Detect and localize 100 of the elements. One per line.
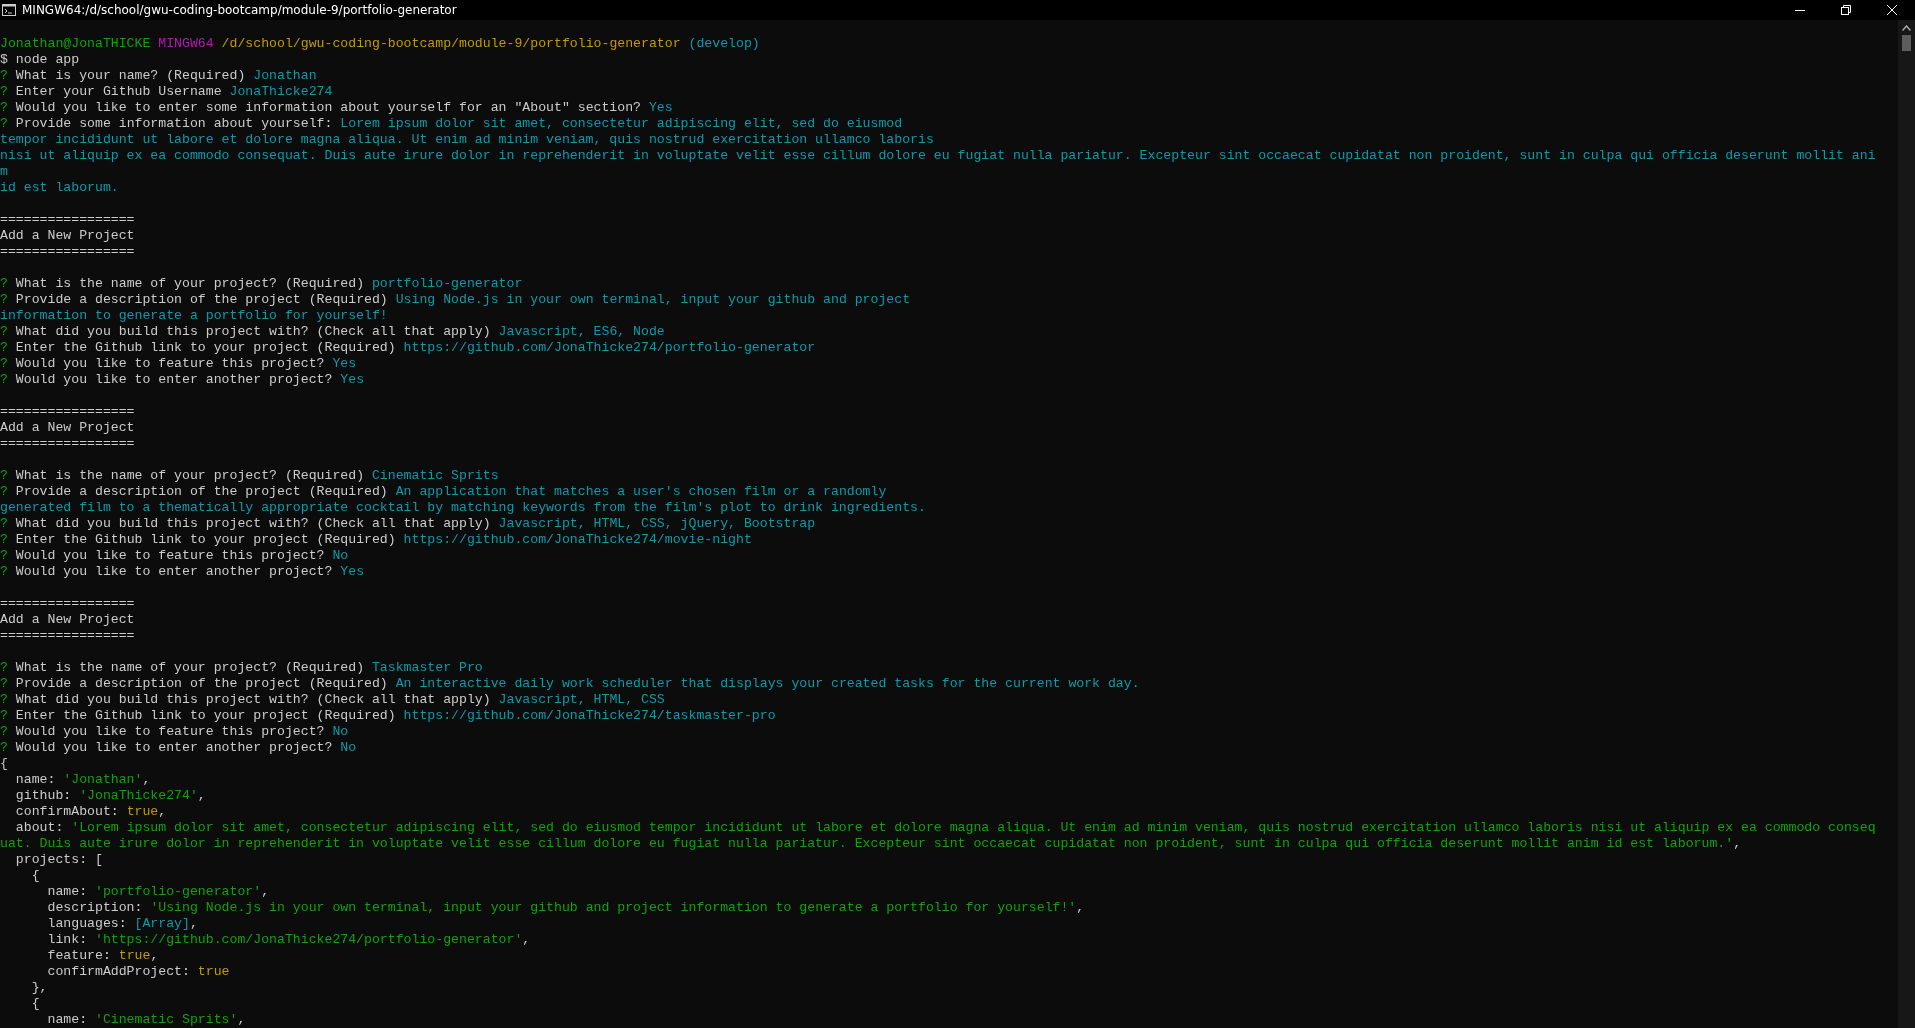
prompt-question: Would you like to enter another project? (14, 372, 333, 387)
restore-icon[interactable] (1841, 5, 1851, 15)
prompt-answer: portfolio-generator (370, 276, 523, 291)
question-mark: ? (0, 340, 8, 355)
question-mark: ? (0, 676, 8, 691)
prompt-question: Provide a description of the project (Required) (14, 292, 388, 307)
question-mark: ? (0, 660, 8, 675)
punctuation: { (0, 756, 8, 771)
prompt-answer: Lorem ipsum dolor sit amet, consectetur adipiscing elit, sed do eiusmod (339, 116, 903, 131)
string-value: 'JonaThicke274' (79, 788, 198, 803)
punctuation: }, (30, 980, 48, 995)
prompt-answer: tempor incididunt ut labore et dolore magna aliqua. Ut enim ad minim veniam, quis nostrud exercitation ullamco laboris (0, 132, 934, 147)
string-value: uat. Duis aute irure dolor in reprehenderit in voluptate velit esse cillum dolore eu fugiat nulla pariatur. Excepteur sint occaecat cupidatat non proident, sunt in culpa qui officia deserunt mollit anim id est laborum.' (0, 836, 1734, 851)
prompt-answer: Javascript, HTML, CSS, jQuery, Bootstrap (497, 516, 816, 531)
prompt-question: Provide a description of the project (Required) (14, 484, 388, 499)
punctuation: , (158, 804, 167, 819)
question-mark: ? (0, 740, 8, 755)
question-mark: ? (0, 516, 8, 531)
prompt-answer: Javascript, HTML, CSS (497, 692, 665, 707)
prompt-question: What did you build this project with? (Check all that apply) (14, 516, 491, 531)
prompt-question: Enter the Github link to your project (Required) (14, 532, 396, 547)
string-value: 'Cinematic Sprits' (94, 1012, 238, 1027)
string-value: 'https://github.com/JonaThicke274/portfolio-generator' (94, 932, 523, 947)
prompt-answer: Taskmaster Pro (370, 660, 483, 675)
punctuation: , (197, 788, 206, 803)
output-text: ================= (0, 628, 135, 643)
prompt-answer: JonaThicke274 (228, 84, 333, 99)
boolean-value: true (197, 964, 230, 979)
boolean-value: true (118, 948, 151, 963)
user-host: Jonathan@JonaTHICKE (0, 36, 151, 51)
prompt-question: Enter your Github Username (14, 84, 222, 99)
prompt-answer: Yes (647, 100, 673, 115)
prompt-question: What did you build this project with? (Check all that apply) (14, 324, 491, 339)
array-reference: [Array] (134, 916, 190, 931)
window-title: MINGW64:/d/school/gwu-coding-bootcamp/module-9/portfolio-generator (22, 3, 457, 17)
prompt-question: Would you like to feature this project? (14, 724, 325, 739)
question-mark: ? (0, 692, 8, 707)
punctuation: { (30, 996, 40, 1011)
object-key: link: (0, 932, 95, 947)
question-mark: ? (0, 484, 8, 499)
object-key: name: (0, 1012, 95, 1027)
punctuation: , (189, 916, 198, 931)
prompt-answer: Yes (339, 564, 365, 579)
string-value: 'Jonathan' (63, 772, 143, 787)
prompt-question: Would you like to feature this project? (14, 356, 325, 371)
prompt-answer: https://github.com/JonaThicke274/taskmaster-pro (402, 708, 776, 723)
prompt-answer: No (339, 740, 357, 755)
string-value: 'Using Node.js in your own terminal, input your github and project information to generate a portfolio for yourself!' (150, 900, 1077, 915)
close-icon[interactable] (1887, 5, 1897, 15)
prompt-answer: nisi ut aliquip ex ea commodo consequat. Duis aute irure dolor in reprehenderit in voluptate velit esse cillum dolore eu fugiat nulla pariatur. Excepteur sint occaecat cupidatat non proident, sunt in culpa qui officia deserunt mollit ani (0, 148, 1876, 163)
question-mark: ? (0, 292, 8, 307)
prompt-question: Enter the Github link to your project (Required) (14, 340, 396, 355)
prompt-answer: No (331, 548, 349, 563)
output-text: Add a New Project (0, 420, 135, 435)
object-key: about: (0, 820, 72, 835)
output-text: ================= (0, 244, 135, 259)
prompt-answer: Cinematic Sprits (370, 468, 499, 483)
object-key: github: (0, 788, 80, 803)
punctuation: , (522, 932, 531, 947)
punctuation: , (237, 1012, 246, 1027)
output-text: ================= (0, 404, 135, 419)
question-mark: ? (0, 724, 8, 739)
punctuation: , (261, 884, 270, 899)
prompt-answer: An application that matches a user's chosen film or a randomly (394, 484, 887, 499)
object-key: projects: [ (0, 852, 103, 867)
output-text: Add a New Project (0, 612, 135, 627)
shell-name: MINGW64 (157, 36, 214, 51)
prompt-answer: information to generate a portfolio for yourself! (0, 308, 388, 323)
string-value: 'portfolio-generator' (94, 884, 262, 899)
question-mark: ? (0, 276, 8, 291)
prompt-question: What is the name of your project? (Required) (14, 660, 365, 675)
prompt-question: Would you like to enter another project? (14, 564, 333, 579)
question-mark: ? (0, 324, 8, 339)
object-key: confirmAddProject: (0, 964, 198, 979)
question-mark: ? (0, 532, 8, 547)
prompt-question: What is your name? (Required) (14, 68, 246, 83)
prompt-question: What is the name of your project? (Required) (14, 276, 365, 291)
question-mark: ? (0, 548, 8, 563)
prompt-answer: Yes (331, 356, 357, 371)
question-mark: ? (0, 84, 8, 99)
question-mark: ? (0, 100, 8, 115)
prompt-answer: https://github.com/JonaThicke274/movie-night (402, 532, 752, 547)
boolean-value: true (126, 804, 159, 819)
punctuation: , (1076, 900, 1085, 915)
question-mark: ? (0, 116, 8, 131)
scrollbar[interactable] (1898, 20, 1915, 1028)
directory-path: /d/school/gwu-coding-bootcamp/module-9/portfolio-generator (220, 36, 681, 51)
object-key: description: (0, 900, 151, 915)
scrollbar-thumb[interactable] (1902, 35, 1911, 51)
prompt-question: What is the name of your project? (Required) (14, 468, 365, 483)
question-mark: ? (0, 372, 8, 387)
output-text: ================= (0, 436, 135, 451)
prompt-answer: No (331, 724, 349, 739)
prompt-answer: Using Node.js in your own terminal, input your github and project (394, 292, 911, 307)
object-key: name: (0, 772, 64, 787)
output-text: ================= (0, 212, 135, 227)
prompt-question: What did you build this project with? (Check all that apply) (14, 692, 491, 707)
object-key: languages: (0, 916, 135, 931)
prompt-answer: An interactive daily work scheduler that displays your created tasks for the current work day. (394, 676, 1140, 691)
object-key: name: (0, 884, 95, 899)
